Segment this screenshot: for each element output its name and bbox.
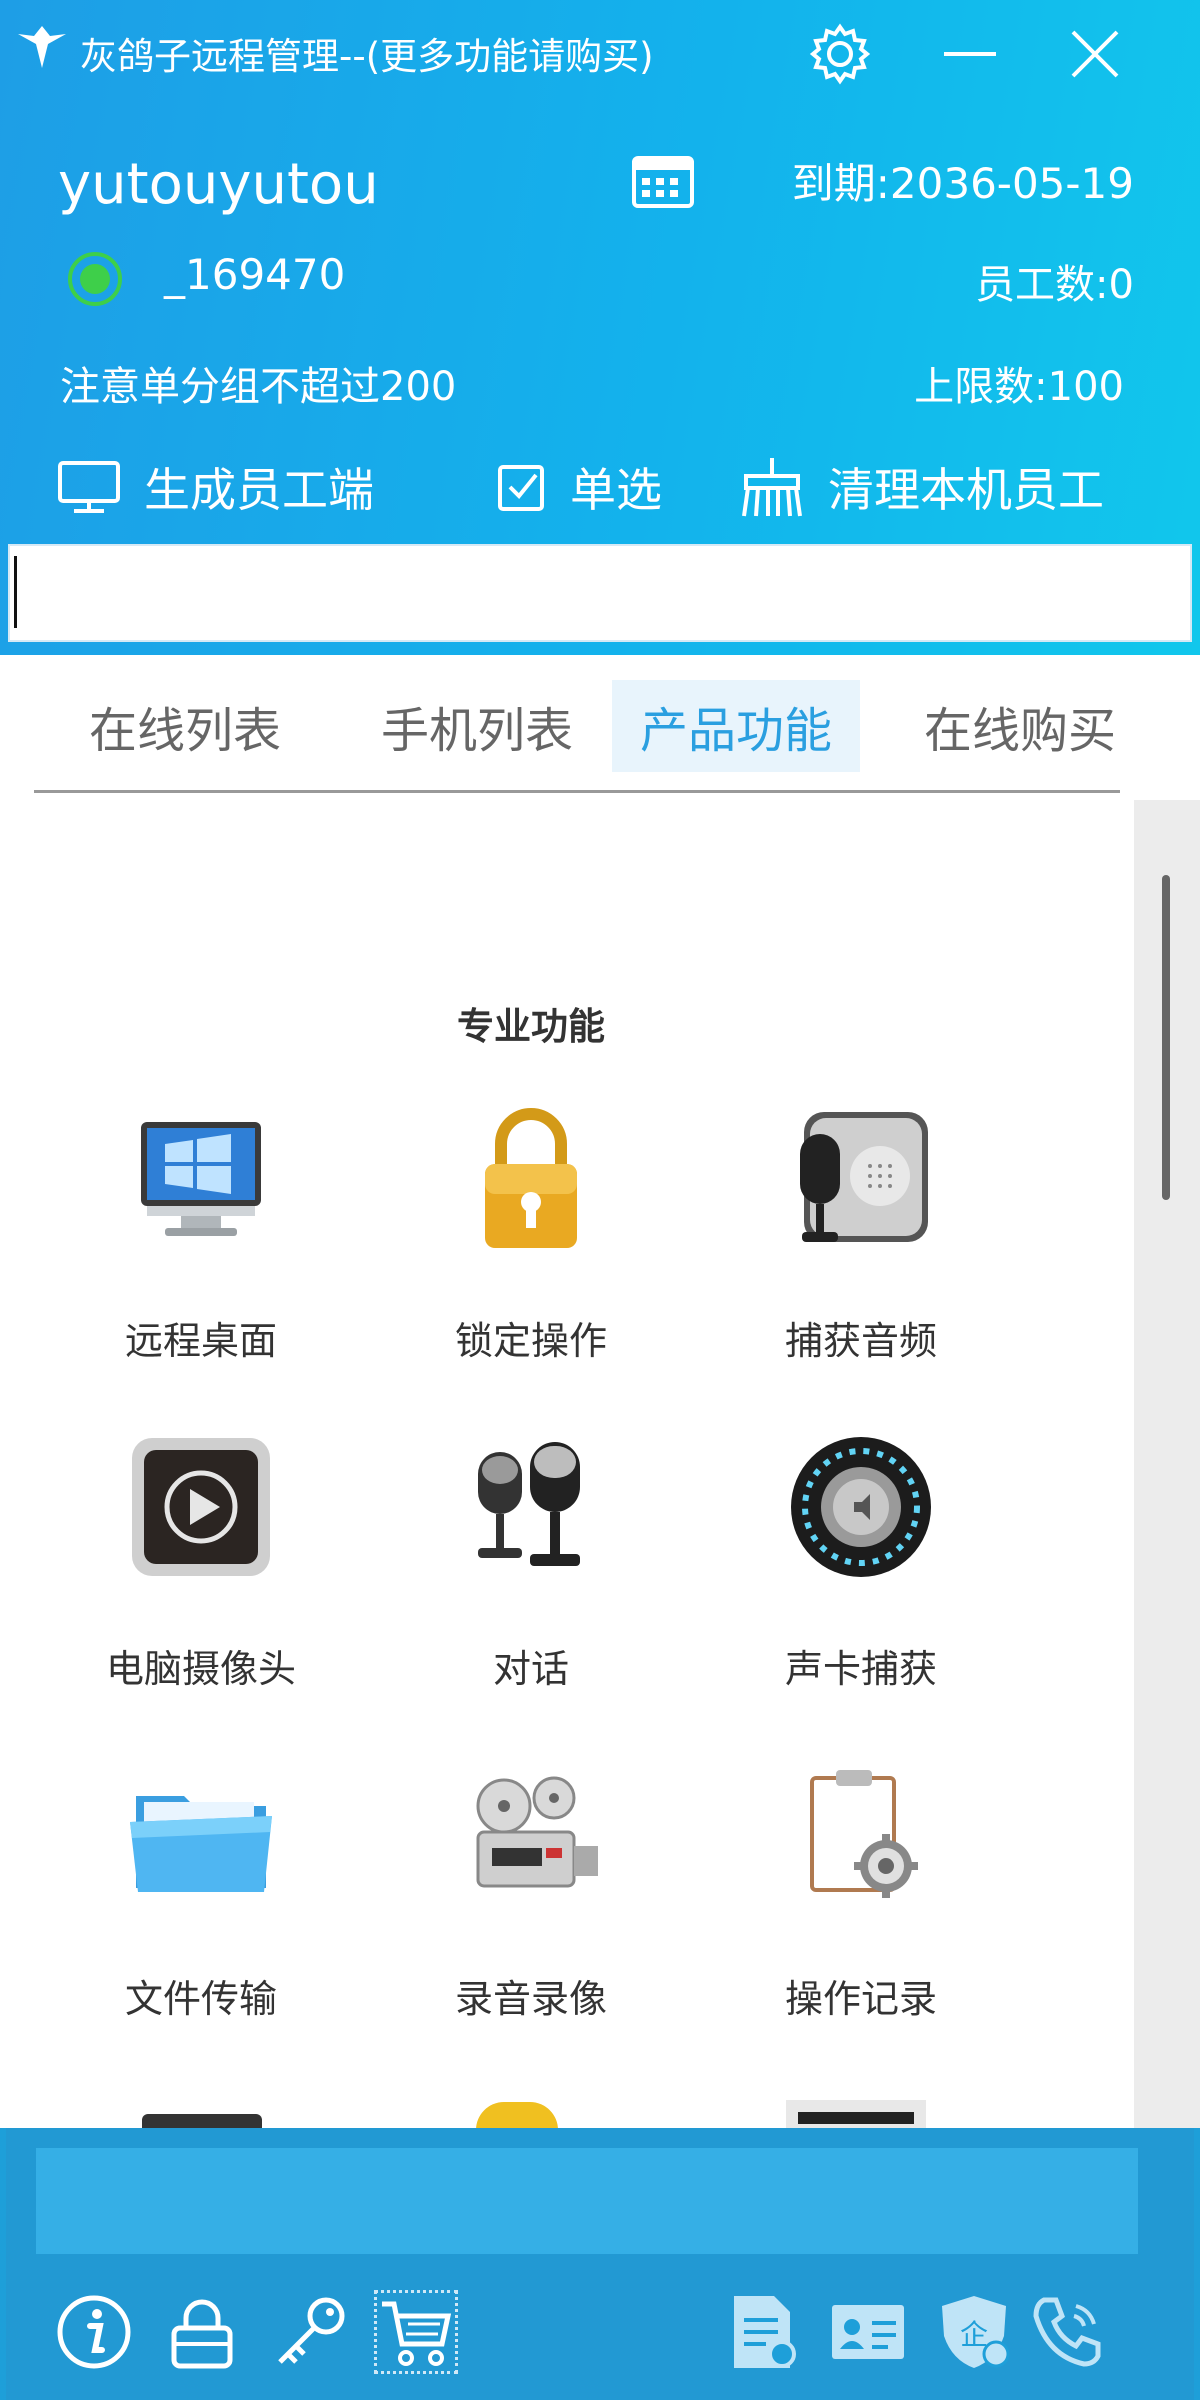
limit-count: 上限数:100 <box>914 364 1124 410</box>
settings-button[interactable] <box>800 14 880 94</box>
status-bar <box>36 2148 1138 2254</box>
tab-online-list[interactable]: 在线列表 <box>60 680 310 772</box>
gear-icon <box>809 23 871 85</box>
lock-button[interactable] <box>160 2290 244 2374</box>
pigeon-logo-icon <box>12 20 72 80</box>
close-button[interactable] <box>1055 14 1135 94</box>
feature-label: 录音录像 <box>454 1977 607 2021</box>
calendar-icon <box>632 156 694 208</box>
generate-employee-button[interactable]: 生成员工端 <box>56 452 374 522</box>
info-icon <box>57 2295 131 2369</box>
feature-lock-operation[interactable]: 锁定操作 <box>366 1104 696 1365</box>
document-button[interactable] <box>722 2290 806 2374</box>
feature-dialog[interactable]: 对话 <box>366 1432 696 1693</box>
feature-label: 声卡捕获 <box>784 1647 937 1691</box>
user-id: _169470 <box>164 250 346 299</box>
feature-soundcard-capture[interactable]: 声卡捕获 <box>696 1432 1026 1693</box>
expiry-date: 到期:2036-05-19 <box>791 159 1134 208</box>
feature-operation-log[interactable]: 操作记录 <box>696 1762 1026 2023</box>
monitor-outline-icon <box>58 461 120 513</box>
group-limit-note: 注意单分组不超过200 <box>60 364 457 410</box>
feature-remote-desktop[interactable]: 远程桌面 <box>36 1104 366 1365</box>
play-icon <box>126 1432 276 1582</box>
features-panel: 专业功能 远程桌面 锁定操作 捕获音频 电脑摄像头 对话 声卡捕获 文件传输 录… <box>0 800 1134 2130</box>
document-icon <box>734 2296 796 2368</box>
svg-text:企: 企 <box>960 2318 988 2351</box>
feature-label: 操作记录 <box>784 1977 937 2021</box>
feature-label: 对话 <box>492 1647 569 1691</box>
minimize-button[interactable] <box>930 14 1010 94</box>
feature-label: 远程桌面 <box>124 1319 277 1363</box>
film-projector-icon <box>456 1762 606 1912</box>
phone-button[interactable] <box>1026 2290 1110 2374</box>
checkbox-icon <box>498 465 544 511</box>
feature-file-transfer[interactable]: 文件传输 <box>36 1762 366 2023</box>
clean-employees-button[interactable]: 清理本机员工 <box>738 452 1104 522</box>
dual-microphone-icon <box>456 1432 606 1582</box>
feature-label: 捕获音频 <box>784 1319 937 1363</box>
feature-capture-audio[interactable]: 捕获音频 <box>696 1104 1026 1365</box>
online-status-icon <box>66 250 124 308</box>
minimize-icon <box>944 52 996 56</box>
padlock-icon <box>456 1104 606 1254</box>
search-input[interactable] <box>8 544 1192 642</box>
lock-icon <box>171 2299 233 2369</box>
broom-icon <box>742 458 802 517</box>
scrollbar-thumb[interactable] <box>1162 875 1170 1200</box>
feature-record[interactable]: 录音录像 <box>366 1762 696 2023</box>
feature-label: 电脑摄像头 <box>105 1647 296 1691</box>
info-button[interactable] <box>52 2290 136 2374</box>
clean-employees-label: 清理本机员工 <box>828 463 1104 517</box>
tab-online-purchase[interactable]: 在线购买 <box>900 680 1140 772</box>
cart-button[interactable] <box>374 2290 458 2374</box>
key-button[interactable] <box>268 2290 352 2374</box>
speaker-knob-icon <box>786 1432 936 1582</box>
id-card-button[interactable] <box>826 2290 910 2374</box>
tab-divider <box>34 790 1120 793</box>
tab-product-features[interactable]: 产品功能 <box>612 680 860 772</box>
feature-pc-camera[interactable]: 电脑摄像头 <box>36 1432 366 1693</box>
section-title: 专业功能 <box>457 1005 605 1048</box>
tab-mobile-list[interactable]: 手机列表 <box>352 680 602 772</box>
partial-feature-icon <box>476 2102 558 2130</box>
shield-icon: 企 <box>942 2296 1010 2368</box>
monitor-icon <box>126 1104 276 1254</box>
id-card-icon <box>832 2305 904 2359</box>
clipboard-gear-icon <box>786 1762 936 1912</box>
generate-employee-label: 生成员工端 <box>144 463 374 517</box>
close-icon <box>1071 30 1119 78</box>
calendar-button[interactable] <box>628 150 698 210</box>
text-caret <box>14 556 17 628</box>
feature-label: 文件传输 <box>124 1977 277 2021</box>
phone-icon <box>1033 2297 1101 2367</box>
microphone-icon <box>786 1104 936 1254</box>
enterprise-shield-button[interactable]: 企 <box>932 2290 1016 2374</box>
feature-label: 锁定操作 <box>454 1319 607 1363</box>
key-icon <box>278 2297 345 2364</box>
partial-feature-icon <box>786 2100 926 2130</box>
username: yutouyutou <box>58 152 379 217</box>
single-select-label: 单选 <box>570 463 662 517</box>
cart-icon <box>382 2301 452 2366</box>
folder-icon <box>126 1762 276 1912</box>
window-title: 灰鸽子远程管理--(更多功能请购买) <box>80 35 654 78</box>
single-select-button[interactable]: 单选 <box>496 452 662 522</box>
employee-count: 员工数:0 <box>975 262 1134 308</box>
tab-bar: 在线列表 手机列表 产品功能 在线购买 <box>0 660 1200 795</box>
